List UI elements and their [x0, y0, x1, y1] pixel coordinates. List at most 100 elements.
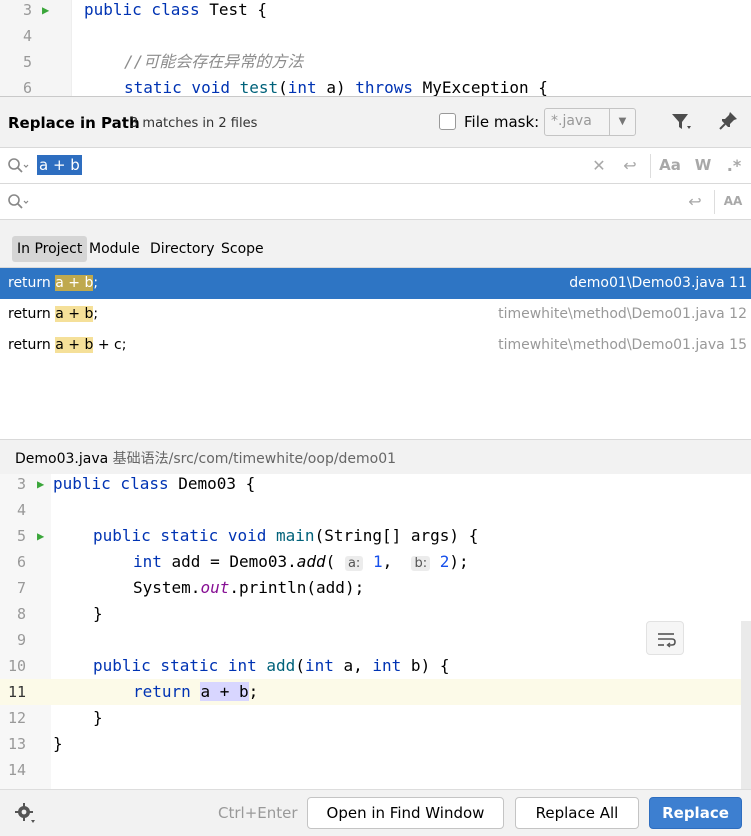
result-path: demo01\Demo03.java 11	[569, 275, 747, 291]
result-path: timewhite\method\Demo01.java 15	[498, 337, 747, 353]
divider	[650, 154, 651, 178]
result-row[interactable]: return a + b; timewhite\method\Demo01.ja…	[0, 299, 751, 330]
line-number: 8	[16, 605, 26, 623]
bg-code-line: 3 ▶ public class Test {	[0, 0, 751, 23]
tab-label: Module	[89, 241, 140, 257]
shortcut-hint: Ctrl+Enter	[218, 804, 298, 822]
new-line-icon[interactable]: ↩	[619, 156, 641, 175]
open-in-find-window-button[interactable]: Open in Find Window	[307, 797, 504, 829]
preview-line: 5 ▶ public static void main(String[] arg…	[0, 523, 751, 549]
code-text: public class Test {	[84, 0, 268, 19]
result-code: return a + b;	[8, 306, 99, 322]
file-mask-checkbox[interactable]	[439, 113, 456, 130]
result-code: return a + b + c;	[8, 337, 127, 353]
tab-label: Directory	[150, 241, 215, 257]
divider	[714, 190, 715, 214]
preview-line-current: 11 return a + b;	[0, 679, 751, 705]
code-preview[interactable]: 3 ▶ public class Demo03 { 4 5 ▶ public s…	[0, 474, 751, 789]
words-toggle[interactable]: W	[692, 156, 714, 174]
code-text: public static void main(String[] args) {	[93, 526, 479, 545]
code-text: static void test(int a) throws MyExcepti…	[124, 78, 548, 96]
gear-icon[interactable]	[14, 802, 38, 826]
line-number: 14	[7, 761, 26, 779]
code-text: public static int add(int a, int b) {	[93, 656, 450, 675]
bg-code-line: 6 static void test(int a) throws MyExcep…	[0, 75, 751, 96]
preview-header: Demo03.java 基础语法/src/com/timewhite/oop/d…	[0, 440, 751, 474]
line-number: 4	[16, 501, 26, 519]
bg-code-line: 5 //可能会存在异常的方法	[0, 49, 751, 75]
tab-scope[interactable]: Scope	[216, 236, 269, 262]
search-input[interactable]: a + b	[37, 155, 82, 175]
match-count: 3 matches in 2 files	[130, 116, 258, 131]
file-mask-label: File mask:	[464, 113, 540, 131]
line-number: 5	[16, 527, 26, 545]
line-number: 9	[16, 631, 26, 649]
chevron-down-icon: ▼	[609, 109, 635, 135]
line-number: 3	[22, 1, 32, 19]
preview-line: 12 }	[0, 705, 751, 731]
line-number: 12	[7, 709, 26, 727]
preview-line: 13 }	[0, 731, 751, 757]
dialog-footer: Ctrl+Enter Open in Find Window Replace A…	[0, 789, 751, 836]
param-hint: b:	[411, 556, 431, 571]
search-icon[interactable]	[7, 193, 29, 211]
replace-field[interactable]: ↩ AA	[0, 184, 751, 220]
tab-label: In Project	[17, 241, 83, 257]
replace-in-path-dialog: Replace in Path 3 matches in 2 files Fil…	[0, 96, 751, 836]
run-icon[interactable]: ▶	[37, 471, 44, 497]
preview-file-path: 基础语法/src/com/timewhite/oop/demo01	[112, 451, 397, 467]
tab-label: Scope	[221, 241, 264, 257]
code-text: }	[93, 604, 103, 623]
soft-wrap-icon	[658, 633, 676, 648]
run-icon[interactable]: ▶	[42, 0, 49, 23]
line-number: 13	[7, 735, 26, 753]
results-list: return a + b; demo01\Demo03.java 11 retu…	[0, 268, 751, 440]
tab-in-project[interactable]: In Project	[12, 236, 88, 262]
line-number: 7	[16, 579, 26, 597]
search-field[interactable]: a + b ✕ ↩ Aa W .*	[0, 148, 751, 184]
code-text: int add = Demo03.add( a: 1, b: 2);	[133, 552, 469, 571]
preview-scrollbar[interactable]	[741, 621, 751, 789]
preview-line: 10 public static int add(int a, int b) {	[0, 653, 751, 679]
clear-icon[interactable]: ✕	[588, 156, 610, 175]
search-icon[interactable]	[7, 157, 29, 175]
run-icon[interactable]: ▶	[37, 523, 44, 549]
tab-module[interactable]: Module	[84, 236, 145, 262]
scope-tabs: In Project Module Directory Scope	[0, 220, 751, 268]
code-text: }	[93, 708, 103, 727]
filter-icon[interactable]	[670, 111, 694, 133]
line-number: 10	[7, 657, 26, 675]
code-text: public class Demo03 {	[53, 474, 256, 493]
result-path: timewhite\method\Demo01.java 12	[498, 306, 747, 322]
bg-code-line: 4	[0, 23, 751, 49]
result-row[interactable]: return a + b; demo01\Demo03.java 11	[0, 268, 751, 299]
preview-file-name: Demo03.java	[15, 451, 109, 467]
tab-directory[interactable]: Directory	[145, 236, 220, 262]
result-row[interactable]: return a + b + c; timewhite\method\Demo0…	[0, 330, 751, 361]
soft-wrap-button[interactable]	[646, 621, 684, 655]
replace-button[interactable]: Replace	[649, 797, 742, 829]
match-highlight: a + b	[200, 682, 249, 701]
match-case-toggle[interactable]: Aa	[659, 156, 681, 174]
replace-all-button[interactable]: Replace All	[515, 797, 639, 829]
file-mask-select[interactable]: *.java ▼	[544, 108, 636, 136]
dialog-header[interactable]: Replace in Path 3 matches in 2 files Fil…	[0, 97, 751, 148]
preview-line: 9	[0, 627, 751, 653]
code-comment: //可能会存在异常的方法	[124, 52, 304, 71]
preserve-case-toggle[interactable]: AA	[722, 194, 744, 208]
line-number: 5	[22, 53, 32, 71]
result-code: return a + b;	[8, 275, 99, 291]
line-number: 4	[22, 27, 32, 45]
code-text: System.out.println(add);	[133, 578, 365, 597]
regex-toggle[interactable]: .*	[723, 156, 745, 175]
preview-line: 3 ▶ public class Demo03 {	[0, 471, 751, 497]
param-hint: a:	[344, 556, 364, 571]
line-number: 6	[16, 553, 26, 571]
pin-icon[interactable]	[717, 110, 739, 132]
new-line-icon[interactable]: ↩	[684, 192, 706, 211]
dialog-title: Replace in Path	[8, 114, 140, 132]
code-text: return a + b;	[133, 682, 259, 701]
preview-line: 4	[0, 497, 751, 523]
line-number: 3	[16, 475, 26, 493]
preview-line: 8 }	[0, 601, 751, 627]
